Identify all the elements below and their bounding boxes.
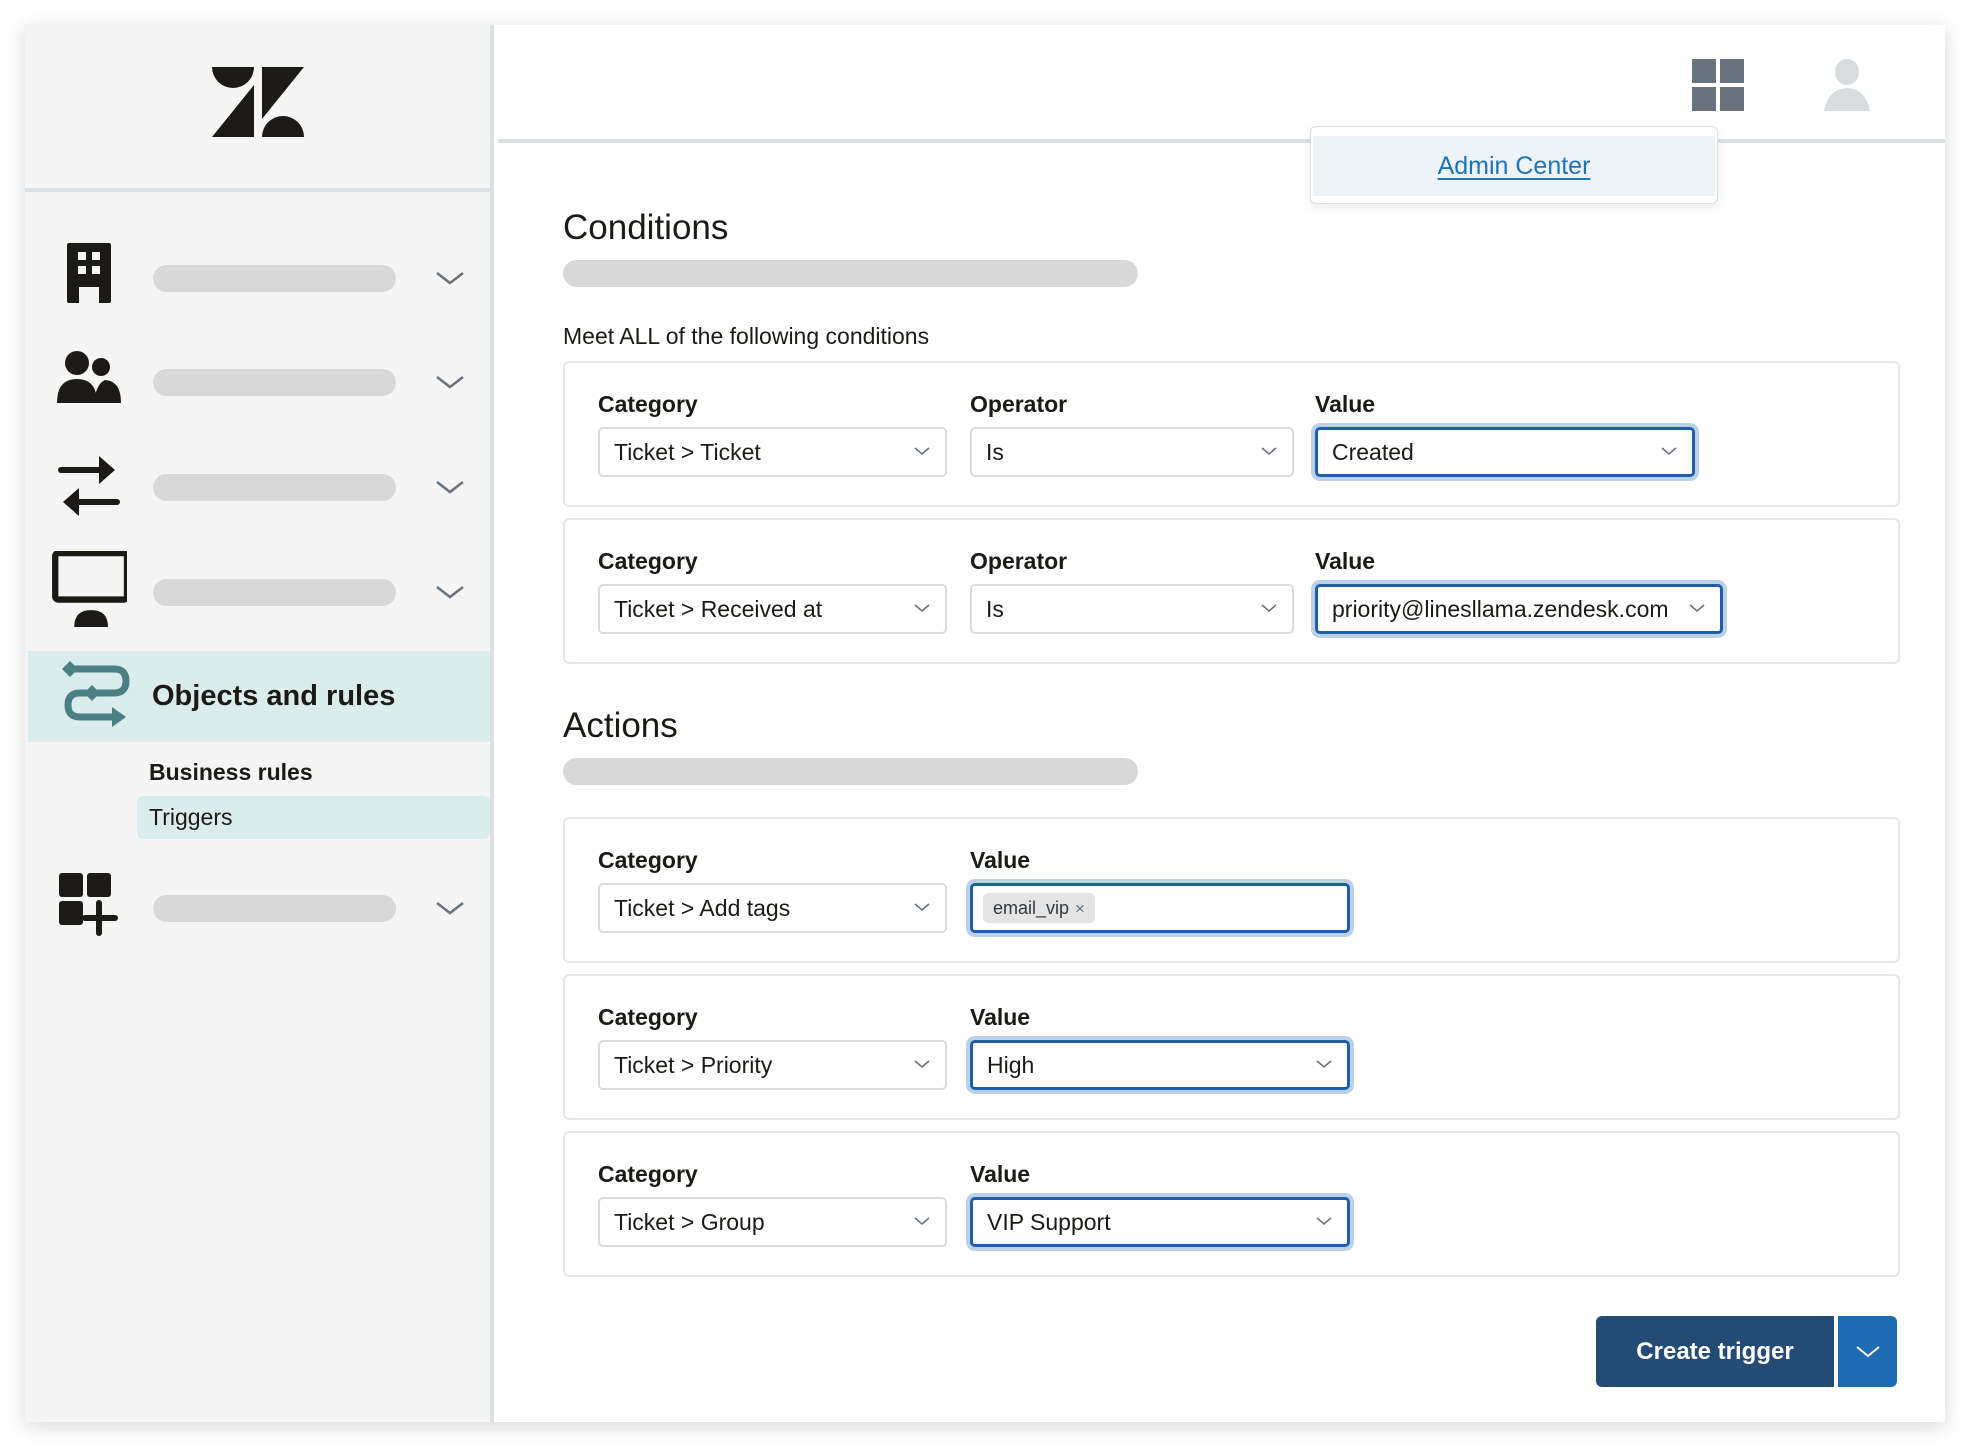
apps-grid-icon[interactable]: [1692, 59, 1744, 111]
category-select[interactable]: Ticket > Received at: [598, 584, 947, 634]
operator-select[interactable]: Is: [970, 584, 1294, 634]
chevron-down-icon: [1316, 1217, 1332, 1226]
chevron-down-icon: [1316, 1060, 1332, 1069]
value-select[interactable]: priority@linesllama.zendesk.com: [1315, 584, 1723, 634]
operator-value: Is: [986, 596, 1004, 622]
chevron-down-icon: [914, 1217, 930, 1226]
chevron-down-icon: [1261, 447, 1277, 456]
admin-center-link[interactable]: Admin Center: [1438, 152, 1591, 181]
subnav-business-rules[interactable]: Business rules: [149, 759, 313, 786]
value-select[interactable]: Created: [1315, 427, 1695, 477]
category-select[interactable]: Ticket > Group: [598, 1197, 947, 1247]
apps-add-icon: [59, 873, 118, 936]
category-value: Ticket > Group: [614, 1209, 765, 1235]
category-value: Ticket > Ticket: [614, 439, 761, 465]
admin-center-popover: Admin Center: [1310, 126, 1718, 204]
nav-label-placeholder: [153, 265, 396, 292]
monitor-person-icon: [52, 551, 127, 627]
value-text: priority@linesllama.zendesk.com: [1332, 596, 1669, 622]
operator-value: Is: [986, 439, 1004, 465]
operator-select[interactable]: Is: [970, 427, 1294, 477]
sidebar-item-apps-integrations[interactable]: [25, 867, 490, 947]
value-select[interactable]: High: [970, 1040, 1350, 1090]
subnav-triggers[interactable]: Triggers: [137, 796, 490, 839]
chevron-down-icon: [1261, 604, 1277, 613]
nav-label-placeholder: [153, 474, 396, 501]
admin-center-menu-item[interactable]: Admin Center: [1313, 136, 1715, 196]
value-text: VIP Support: [987, 1209, 1111, 1235]
chevron-down-icon: [1855, 1345, 1880, 1357]
category-select[interactable]: Ticket > Priority: [598, 1040, 947, 1090]
category-select[interactable]: Ticket > Ticket: [598, 427, 947, 477]
operator-label: Operator: [970, 548, 1068, 574]
nav-label-placeholder: [153, 895, 396, 922]
chevron-down-icon: [1661, 447, 1677, 456]
people-icon: [57, 351, 121, 403]
chevron-down-icon: [1689, 604, 1705, 613]
sidebar-item-channels[interactable]: [25, 446, 490, 526]
value-label: Value: [970, 1161, 1031, 1187]
chevron-down-icon[interactable]: [435, 472, 465, 502]
sidebar-item-organization[interactable]: [25, 237, 490, 317]
category-label: Category: [598, 391, 698, 417]
tag-chip: email_vip ×: [983, 893, 1095, 923]
objects-rules-icon: [62, 661, 130, 727]
chevron-down-icon[interactable]: [435, 577, 465, 607]
arrows-swap-icon: [58, 456, 120, 516]
action-row: Category Ticket > Priority Value High: [563, 974, 1900, 1120]
app-window: Objects and rules Business rules Trigger…: [25, 25, 1945, 1422]
sidebar-item-label: Objects and rules: [152, 680, 396, 712]
sidebar-item-people[interactable]: [25, 341, 490, 421]
chevron-down-icon: [914, 447, 930, 456]
category-select[interactable]: Ticket > Add tags: [598, 883, 947, 933]
condition-row: Category Ticket > Ticket Operator Is Val…: [563, 361, 1900, 507]
value-label: Value: [1315, 548, 1376, 574]
category-value: Ticket > Received at: [614, 596, 823, 622]
value-label: Value: [970, 1004, 1031, 1030]
category-value: Ticket > Priority: [614, 1052, 773, 1078]
sidebar-item-workspaces[interactable]: [25, 551, 490, 631]
actions-description-placeholder: [563, 758, 1138, 785]
chevron-down-icon[interactable]: [435, 263, 465, 293]
category-label: Category: [598, 548, 698, 574]
user-avatar-icon[interactable]: [1824, 59, 1870, 111]
category-label: Category: [598, 1161, 698, 1187]
tag-label: email_vip: [993, 898, 1070, 918]
chevron-down-icon: [914, 903, 930, 912]
tags-input[interactable]: email_vip ×: [970, 883, 1350, 933]
chevron-down-icon[interactable]: [435, 893, 465, 923]
action-row: Category Ticket > Group Value VIP Suppor…: [563, 1131, 1900, 1277]
chevron-down-icon[interactable]: [435, 367, 465, 397]
conditions-title: Conditions: [563, 208, 729, 247]
nav-label-placeholder: [153, 369, 396, 396]
create-trigger-button[interactable]: Create trigger: [1596, 1316, 1834, 1387]
conditions-match-label: Meet ALL of the following conditions: [563, 323, 930, 349]
value-select[interactable]: VIP Support: [970, 1197, 1350, 1247]
value-label: Value: [1315, 391, 1376, 417]
chevron-down-icon: [914, 604, 930, 613]
create-options-button[interactable]: [1838, 1316, 1897, 1387]
building-icon: [67, 243, 111, 303]
condition-row: Category Ticket > Received at Operator I…: [563, 518, 1900, 664]
nav-label-placeholder: [153, 579, 396, 606]
zendesk-logo-icon[interactable]: [211, 66, 304, 137]
category-label: Category: [598, 1004, 698, 1030]
value-text: High: [987, 1052, 1035, 1078]
actions-title: Actions: [563, 706, 678, 745]
remove-tag-icon[interactable]: ×: [1075, 899, 1085, 918]
conditions-description-placeholder: [563, 260, 1138, 287]
chevron-down-icon: [914, 1060, 930, 1069]
operator-label: Operator: [970, 391, 1068, 417]
category-value: Ticket > Add tags: [614, 895, 791, 921]
action-row: Category Ticket > Add tags Value email_v…: [563, 817, 1900, 963]
sidebar: Objects and rules Business rules Trigger…: [25, 25, 494, 1422]
category-label: Category: [598, 847, 698, 873]
sidebar-item-objects-and-rules[interactable]: Objects and rules: [28, 651, 490, 742]
value-label: Value: [970, 847, 1031, 873]
top-header: [498, 25, 1945, 143]
logo-area: [25, 25, 490, 192]
value-text: Created: [1332, 439, 1414, 465]
